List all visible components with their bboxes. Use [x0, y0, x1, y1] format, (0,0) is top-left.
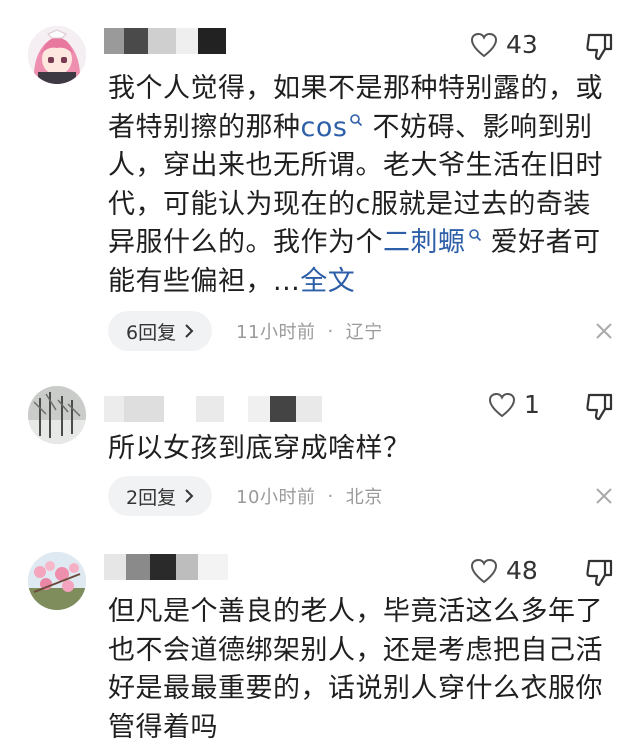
- thumbs-down-icon[interactable]: [585, 558, 613, 588]
- topic-link-label: 二刺螈: [383, 227, 466, 258]
- close-icon[interactable]: [595, 322, 613, 340]
- comment-3: 48 但凡是个善良的老人，毕竟活这么多年了也不会道德绑架别人，还是考虑把自己活好…: [0, 540, 640, 743]
- topic-link-cos[interactable]: cos: [301, 112, 364, 143]
- thumbs-down-icon[interactable]: [585, 32, 613, 62]
- chevron-right-icon: [185, 324, 194, 338]
- thumbs-down-icon[interactable]: [585, 392, 613, 422]
- replies-button[interactable]: 6回复: [108, 311, 213, 351]
- comment-1: 43 我个人觉得，如果不是那种特别露的，或者特别擦的那种cos 不妨碍、影响到别…: [0, 0, 640, 360]
- timestamp: 11小时前: [236, 322, 316, 343]
- meta-separator: ·: [327, 485, 334, 507]
- like-count: 48: [506, 556, 538, 585]
- like-count: 43: [506, 30, 538, 59]
- topic-link-erciyuan[interactable]: 二刺螈: [383, 227, 482, 258]
- replies-button[interactable]: 2回复: [108, 476, 213, 516]
- search-icon: [350, 113, 363, 126]
- like-button[interactable]: 48: [470, 556, 538, 585]
- landscape-avatar-image: [28, 386, 86, 444]
- username-redacted: [104, 554, 228, 580]
- close-icon[interactable]: [595, 487, 613, 505]
- location: 北京: [345, 487, 383, 508]
- avatar[interactable]: [28, 26, 86, 84]
- like-count: 1: [524, 390, 540, 419]
- expand-full-text-link[interactable]: 全文: [300, 266, 355, 297]
- like-button[interactable]: 43: [470, 30, 538, 59]
- replies-count-label: 6回复: [126, 321, 177, 344]
- comment-text: 我个人觉得，如果不是那种特别露的，或者特别擦的那种cos 不妨碍、影响到别人，穿…: [108, 70, 608, 301]
- meta-separator: ·: [327, 320, 334, 342]
- comment-2: 1 所以女孩到底穿成啥样？ 2回复 10小时前 · 北京: [0, 360, 640, 540]
- heart-outline-icon: [470, 558, 498, 583]
- location: 辽宁: [345, 322, 383, 343]
- search-icon: [468, 229, 481, 242]
- anime-avatar-image: [28, 26, 86, 84]
- topic-link-label: cos: [300, 111, 348, 143]
- comment-text: 所以女孩到底穿成啥样？: [108, 433, 411, 464]
- avatar[interactable]: [28, 552, 86, 610]
- like-button[interactable]: 1: [488, 390, 540, 419]
- heart-outline-icon: [488, 392, 516, 417]
- username-redacted: [104, 396, 322, 422]
- comment-meta: 2回复 10小时前 · 北京: [108, 476, 383, 516]
- timestamp: 10小时前: [236, 487, 316, 508]
- comment-meta: 6回复 11小时前 · 辽宁: [108, 311, 383, 351]
- username-redacted: [104, 28, 226, 54]
- replies-count-label: 2回复: [126, 486, 177, 509]
- avatar[interactable]: [28, 386, 86, 444]
- flowers-avatar-image: [28, 552, 86, 610]
- heart-outline-icon: [470, 32, 498, 57]
- chevron-right-icon: [185, 489, 194, 503]
- comment-text: 但凡是个善良的老人，毕竟活这么多年了也不会道德绑架别人，还是考虑把自己活好是最最…: [108, 596, 603, 743]
